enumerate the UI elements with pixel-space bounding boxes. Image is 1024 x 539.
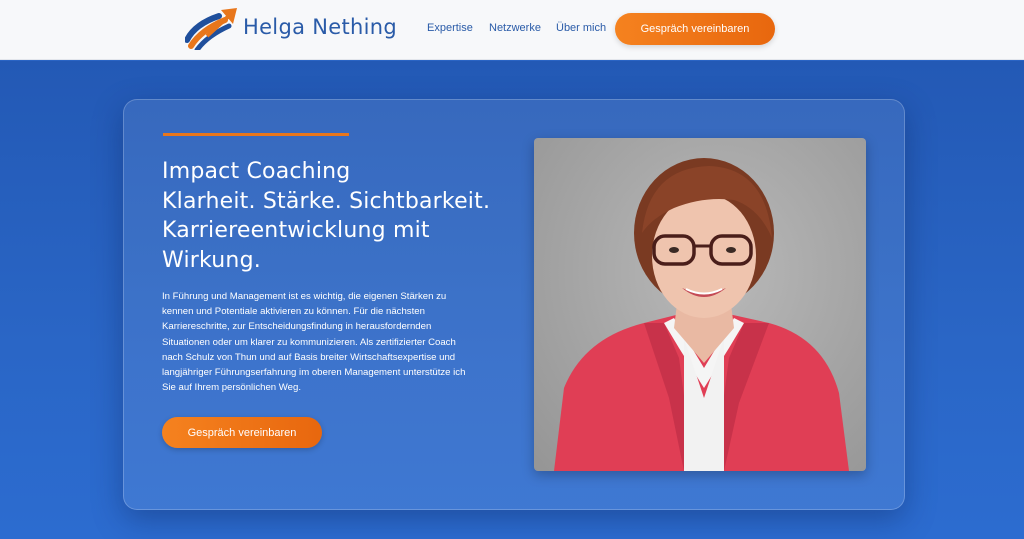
description-line: langjähriger Führungserfahrung im oberen…: [162, 367, 466, 379]
nav-netzwerke[interactable]: Netzwerke: [489, 22, 541, 34]
portrait-illustration: [554, 158, 849, 471]
nav-expertise[interactable]: Expertise: [427, 22, 473, 34]
accent-divider: [163, 133, 349, 136]
description-line: Karriereschritte, zur Entscheidungsfindu…: [162, 321, 432, 333]
rising-arrow-logo-icon[interactable]: [185, 6, 241, 50]
site-header: Helga Nething Expertise Netzwerke Über m…: [0, 0, 1024, 60]
description-line: Sie auf Ihrem persönlichen Weg.: [162, 382, 302, 394]
portrait-photo: [534, 138, 866, 471]
description-line: nach Schulz von Thun und auf Basis breit…: [162, 351, 456, 363]
hero-description: In Führung und Management ist es wichtig…: [162, 289, 502, 395]
hero-cta-button[interactable]: Gespräch vereinbaren: [162, 417, 322, 448]
header-cta-button[interactable]: Gespräch vereinbaren: [615, 13, 775, 45]
headline-line: Impact Coaching: [162, 159, 351, 184]
headline-line: Karriereentwicklung mit: [162, 218, 430, 243]
description-line: In Führung und Management ist es wichtig…: [162, 291, 447, 302]
hero-headline: Impact Coaching Klarheit. Stärke. Sichtb…: [162, 157, 522, 275]
description-line: kennen und Potentiale aktivieren zu könn…: [162, 306, 425, 318]
description-line: Situationen oder um klarer zu kommunizie…: [162, 336, 456, 348]
headline-line: Klarheit. Stärke. Sichtbarkeit.: [162, 188, 491, 214]
brand-name[interactable]: Helga Nething: [243, 15, 397, 39]
nav-ueber-mich[interactable]: Über mich: [556, 22, 606, 34]
headline-line: Wirkung.: [162, 247, 261, 273]
